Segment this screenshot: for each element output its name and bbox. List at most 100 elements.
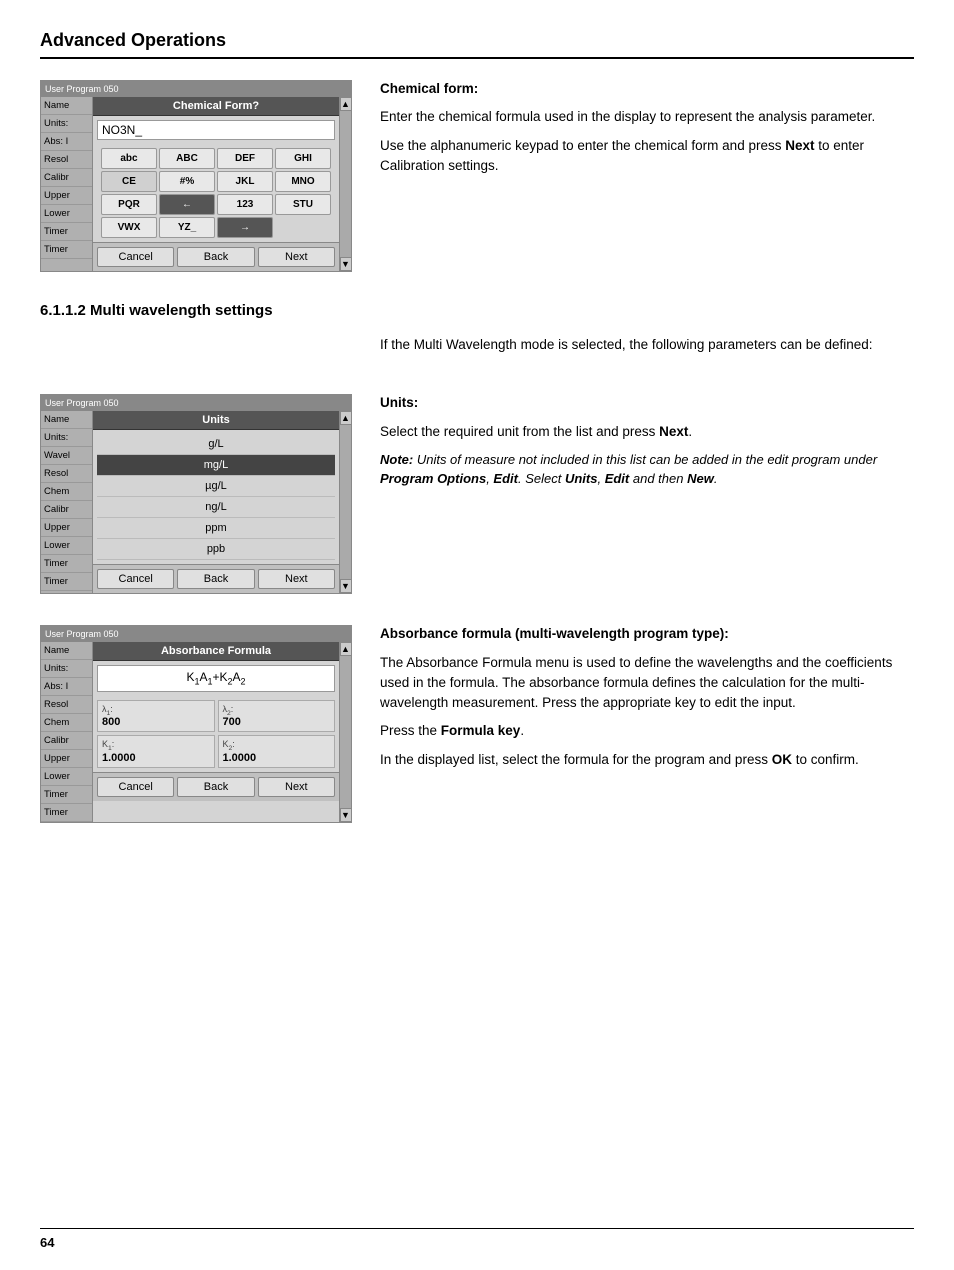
sidebar2-lower: Lower: [41, 537, 92, 555]
scroll-up-2[interactable]: ▲: [340, 411, 352, 425]
btn-cancel-2[interactable]: Cancel: [97, 569, 174, 589]
sidebar2-timer2: Timer: [41, 573, 92, 591]
screen-col-3: User Program 050 Name Units: Abs: I Reso…: [40, 624, 350, 823]
abs-k2-cell[interactable]: K2: 1.0000: [218, 735, 336, 768]
device-bottom-bar-3: Cancel Back Next: [93, 772, 339, 801]
scroll-down-3[interactable]: ▼: [340, 808, 352, 822]
btn-back-2[interactable]: Back: [177, 569, 254, 589]
section-units: User Program 050 Name Units: Wavel Resol…: [40, 393, 914, 594]
btn-cancel-1[interactable]: Cancel: [97, 247, 174, 267]
btn-next-2[interactable]: Next: [258, 569, 335, 589]
chem-input-display[interactable]: NO3N_: [97, 120, 335, 140]
device-sidebar-3: Name Units: Abs: I Resol Chem Calibr Upp…: [41, 642, 93, 822]
device-top-label-2: User Program 050: [45, 398, 119, 408]
key-YZ[interactable]: YZ_: [159, 217, 215, 238]
key-123[interactable]: 123: [217, 194, 273, 215]
abs-lambda1-label: λ1:: [102, 704, 210, 717]
key-VWX[interactable]: VWX: [101, 217, 157, 238]
abs-body3: In the displayed list, select the formul…: [380, 750, 914, 770]
btn-back-1[interactable]: Back: [177, 247, 254, 267]
abs-k1-cell[interactable]: K1: 1.0000: [97, 735, 215, 768]
key-abc[interactable]: abc: [101, 148, 157, 169]
sidebar3-units: Units:: [41, 660, 92, 678]
btn-next-3[interactable]: Next: [258, 777, 335, 797]
sidebar2-upper: Upper: [41, 519, 92, 537]
screen-col-1: User Program 050 Name Units: Abs: I Reso…: [40, 79, 350, 272]
key-MNO[interactable]: MNO: [275, 171, 331, 192]
page-title: Advanced Operations: [40, 30, 226, 50]
abs-lambda2-cell[interactable]: λ2: 700: [218, 700, 336, 733]
sidebar2-timer1: Timer: [41, 555, 92, 573]
abs-lambda1-val: 800: [102, 716, 210, 728]
units-note: Note: Units of measure not included in t…: [380, 450, 914, 489]
abs-formula-grid: λ1: 800 λ2: 700 K1: 1.0000: [97, 700, 335, 769]
sidebar2-units: Units:: [41, 429, 92, 447]
units-dialog-title: Units: [93, 411, 339, 430]
btn-cancel-3[interactable]: Cancel: [97, 777, 174, 797]
sidebar3-calibr: Calibr: [41, 732, 92, 750]
unit-mgL[interactable]: mg/L: [97, 455, 335, 476]
units-list: g/L mg/L µg/L ng/L ppm ppb: [97, 434, 335, 560]
section-absorbance: User Program 050 Name Units: Abs: I Reso…: [40, 624, 914, 823]
ok-bold: OK: [772, 752, 792, 767]
text-col-1: Chemical form: Enter the chemical formul…: [380, 79, 914, 272]
sidebar-item-upper: Upper: [41, 187, 92, 205]
abs-body2: Press the Formula key.: [380, 721, 914, 741]
sidebar-item-timer2: Timer: [41, 241, 92, 259]
key-ABC[interactable]: ABC: [159, 148, 215, 169]
page-header: Advanced Operations: [40, 30, 914, 59]
sidebar2-resol: Resol: [41, 465, 92, 483]
new-bold: New: [687, 471, 714, 486]
device-outer-1: Name Units: Abs: I Resol Calibr Upper Lo…: [41, 97, 351, 271]
scroll-up-3[interactable]: ▲: [340, 642, 352, 656]
edit-bold1: Edit: [493, 471, 518, 486]
scroll-down-2[interactable]: ▼: [340, 579, 352, 593]
subsection-612: 6.1.1.2 Multi wavelength settings: [40, 302, 914, 319]
abs-dialog-title: Absorbance Formula: [93, 642, 339, 661]
unit-ngL[interactable]: ng/L: [97, 497, 335, 518]
sidebar3-name: Name: [41, 642, 92, 660]
sidebar3-timer2: Timer: [41, 804, 92, 822]
edit-bold2: Edit: [605, 471, 630, 486]
scroll-down-1[interactable]: ▼: [340, 257, 352, 271]
device-top-label-3: User Program 050: [45, 629, 119, 639]
key-CE[interactable]: CE: [101, 171, 157, 192]
abs-lambda1-cell[interactable]: λ1: 800: [97, 700, 215, 733]
key-backspace[interactable]: ←: [159, 194, 215, 215]
device-units: User Program 050 Name Units: Wavel Resol…: [40, 394, 352, 594]
abs-formula-display[interactable]: K1A1+K2A2: [97, 665, 335, 691]
chem-title: Chemical form:: [380, 79, 914, 99]
device-bottom-bar-1: Cancel Back Next: [93, 242, 339, 271]
key-DEF[interactable]: DEF: [217, 148, 273, 169]
chem-input-value: NO3N_: [102, 123, 142, 137]
unit-ppm[interactable]: ppm: [97, 518, 335, 539]
scroll-up-1[interactable]: ▲: [340, 97, 352, 111]
sidebar-item-units: Units:: [41, 115, 92, 133]
sidebar2-chem: Chem: [41, 483, 92, 501]
section-multiwave-intro: If the Multi Wavelength mode is selected…: [40, 335, 914, 363]
formula-key-bold: Formula key: [441, 723, 521, 738]
text-col-2: Units: Select the required unit from the…: [380, 393, 914, 594]
abs-k1-label: K1:: [102, 739, 210, 752]
key-GHI[interactable]: GHI: [275, 148, 331, 169]
units-next-bold: Next: [659, 424, 688, 439]
abs-lambda2-val: 700: [223, 716, 331, 728]
unit-gL[interactable]: g/L: [97, 434, 335, 455]
page-footer: 64: [40, 1228, 914, 1250]
sidebar2-wavel: Wavel: [41, 447, 92, 465]
unit-ppb[interactable]: ppb: [97, 539, 335, 560]
sidebar2-name: Name: [41, 411, 92, 429]
key-hash[interactable]: #%: [159, 171, 215, 192]
key-STU[interactable]: STU: [275, 194, 331, 215]
sidebar3-lower: Lower: [41, 768, 92, 786]
unit-ugL[interactable]: µg/L: [97, 476, 335, 497]
units-bold: Units: [565, 471, 598, 486]
key-PQR[interactable]: PQR: [101, 194, 157, 215]
chem-dialog-title: Chemical Form?: [93, 97, 339, 116]
btn-next-1[interactable]: Next: [258, 247, 335, 267]
key-JKL[interactable]: JKL: [217, 171, 273, 192]
btn-back-3[interactable]: Back: [177, 777, 254, 797]
abs-body1: The Absorbance Formula menu is used to d…: [380, 653, 914, 714]
key-forward[interactable]: →: [217, 217, 273, 238]
device-main-1: Chemical Form? NO3N_ abc ABC DEF GHI CE: [93, 97, 339, 271]
